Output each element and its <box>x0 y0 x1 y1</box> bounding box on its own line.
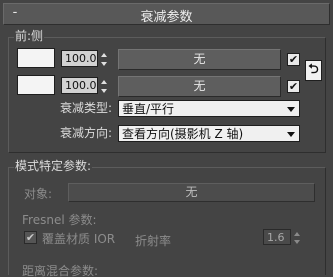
front-map-label: 无 <box>193 52 206 66</box>
side-amount-spin-up[interactable] <box>100 77 108 86</box>
swap-colors-icon: ⮌ <box>308 62 319 77</box>
ior-field[interactable]: 1.6 <box>263 229 291 245</box>
rollout-title: 衰减参数 <box>140 10 193 25</box>
side-map-label: 无 <box>193 79 206 93</box>
override-ior-label: 覆盖材质 IOR <box>42 232 116 246</box>
side-amount-field[interactable]: 100.0 <box>61 77 98 94</box>
side-map-button[interactable]: 无 <box>118 76 281 97</box>
falloff-type-dropdown[interactable]: 垂直/平行 <box>118 100 300 117</box>
distance-blend-label: 距离混合参数: <box>22 264 99 277</box>
front-amount-field[interactable]: 100.0 <box>61 50 98 67</box>
front-amount-spin-up[interactable] <box>100 50 108 59</box>
object-pick-label: 无 <box>185 185 198 199</box>
swap-colors-button[interactable]: ⮌ <box>305 60 322 81</box>
ior-value: 1.6 <box>267 231 285 244</box>
checkmark-icon: ✔ <box>288 80 299 93</box>
side-amount-spin-down[interactable] <box>100 86 108 95</box>
front-map-checkbox[interactable]: ✔ <box>287 53 300 66</box>
checkmark-icon: ✔ <box>288 53 299 66</box>
falloff-direction-dropdown[interactable]: 查看方向(摄影机 Z 轴) <box>118 125 300 142</box>
front-map-button[interactable]: 无 <box>118 49 281 70</box>
side-color-swatch[interactable] <box>17 75 55 95</box>
front-amount-spin-down[interactable] <box>100 59 108 68</box>
front-color-swatch[interactable] <box>17 48 55 68</box>
falloff-direction-value: 查看方向(摄影机 Z 轴) <box>122 127 244 141</box>
mode-specific-group-label: 模式特定参数: <box>14 159 93 173</box>
falloff-direction-label: 衰减方向: <box>59 126 112 140</box>
front-side-group-label: 前:侧 <box>14 29 45 43</box>
override-ior-checkbox[interactable]: ✔ <box>24 231 37 244</box>
checkmark-icon: ✔ <box>25 231 36 244</box>
fresnel-label: Fresnel 参数: <box>22 213 97 227</box>
ior-spin-down[interactable] <box>293 237 301 246</box>
side-map-checkbox[interactable]: ✔ <box>287 80 300 93</box>
front-amount-value: 100.0 <box>65 52 97 65</box>
rollout-header[interactable]: - 衰减参数 <box>3 3 330 25</box>
object-label: 对象: <box>24 187 53 201</box>
object-pick-button[interactable]: 无 <box>68 183 315 202</box>
chevron-down-icon <box>287 132 295 137</box>
falloff-type-value: 垂直/平行 <box>122 102 175 116</box>
side-amount-value: 100.0 <box>65 79 97 92</box>
ior-label: 折射率 <box>135 234 172 248</box>
chevron-down-icon <box>287 107 295 112</box>
falloff-type-label: 衰减类型: <box>59 101 112 115</box>
